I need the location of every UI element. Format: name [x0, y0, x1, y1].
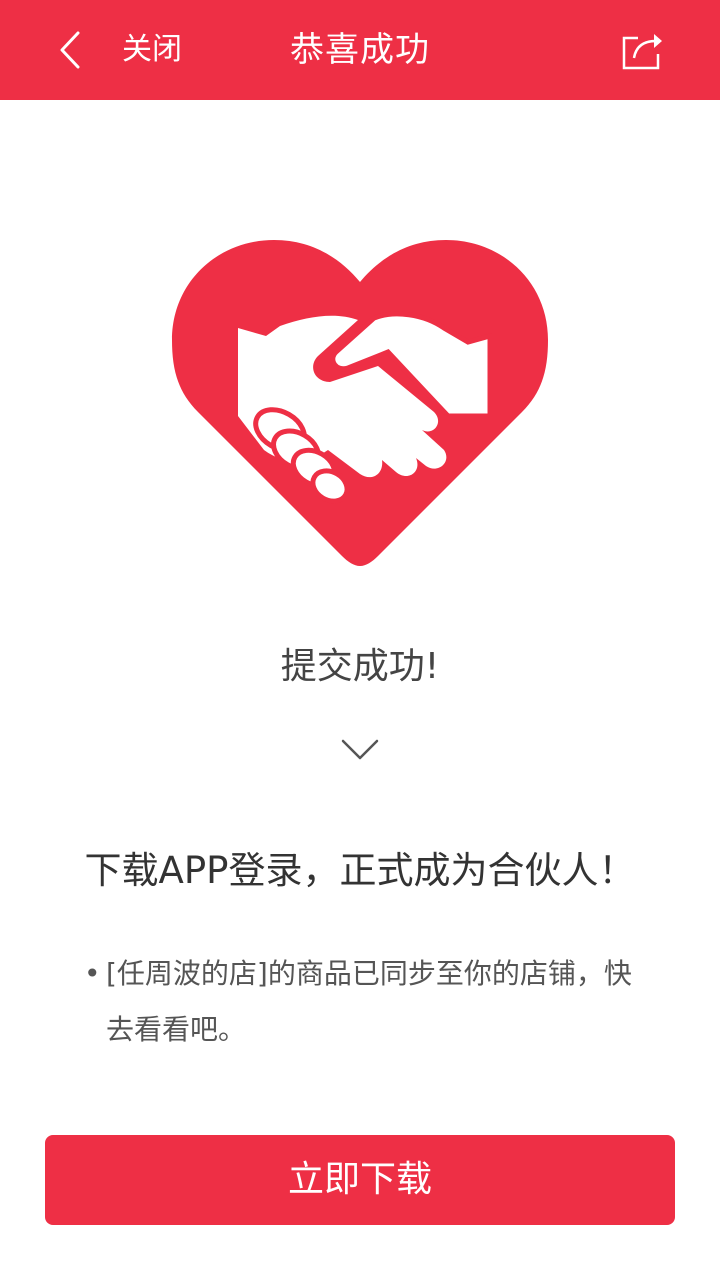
share-button[interactable] [620, 30, 664, 72]
chevron-down-icon [341, 739, 379, 760]
download-headline: 下载APP登录，正式成为合伙人！ [84, 849, 636, 892]
heart-handshake-icon [172, 240, 548, 566]
top-bar: 关闭 恭喜成功 [0, 0, 720, 100]
heart-handshake-illustration [168, 236, 552, 572]
sync-notice: • [任周波的店]的商品已同步至你的店铺，快去看看吧。 [84, 946, 644, 1058]
page-title: 恭喜成功 [290, 30, 430, 70]
bullet-dot: • [84, 957, 101, 990]
share-icon [622, 34, 662, 70]
download-button[interactable]: 立即下载 [45, 1135, 675, 1225]
sync-notice-text: [任周波的店]的商品已同步至你的店铺，快去看看吧。 [106, 957, 632, 1046]
chevron-down [340, 738, 380, 762]
submit-success-text: 提交成功! [280, 646, 440, 687]
